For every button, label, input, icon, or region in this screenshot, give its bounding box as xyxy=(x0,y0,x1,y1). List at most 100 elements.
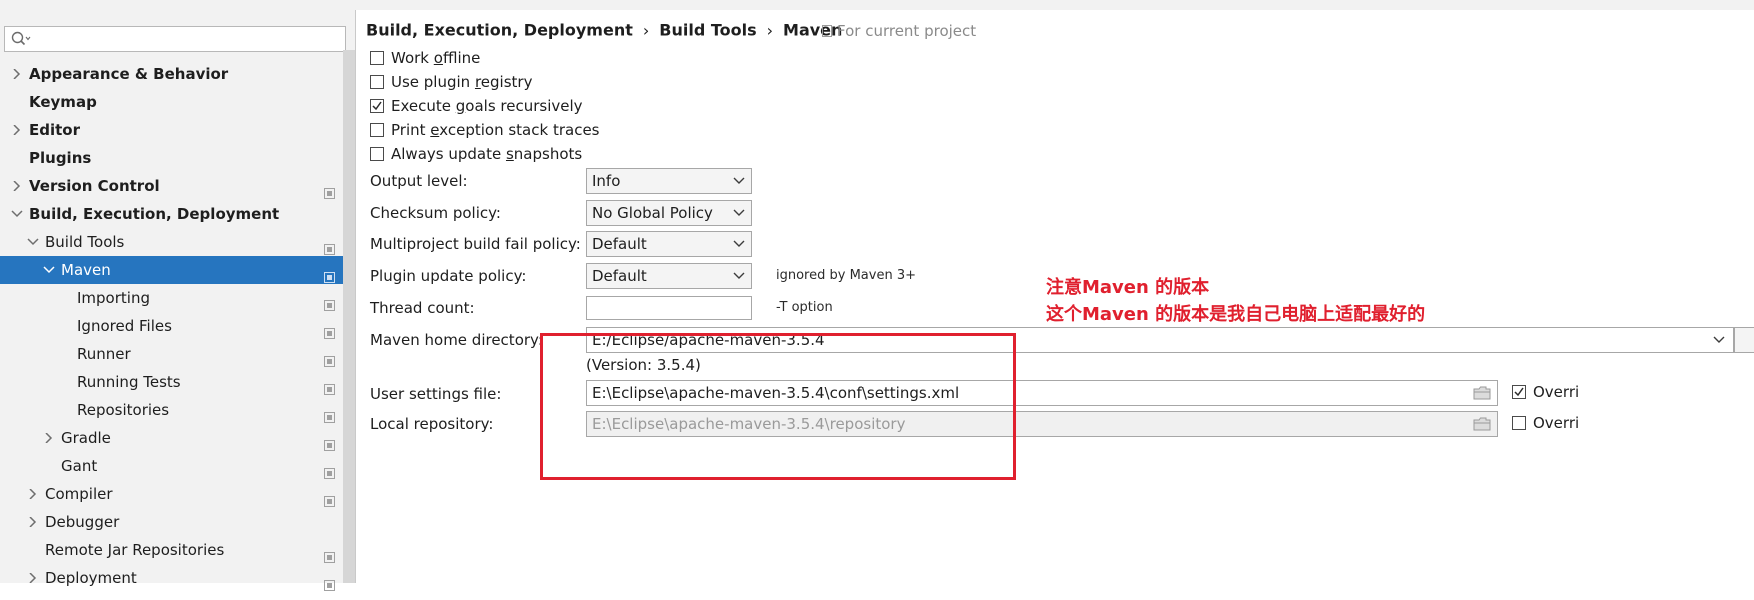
checkbox-box[interactable] xyxy=(1512,416,1526,430)
sidebar-item[interactable]: Version Control xyxy=(0,172,343,200)
checkbox-box[interactable] xyxy=(370,51,384,65)
sidebar-item-label: Version Control xyxy=(29,177,160,195)
plugin-update-hint: ignored by Maven 3+ xyxy=(776,268,916,283)
project-scope-icon xyxy=(324,348,335,367)
chevron-right-icon[interactable] xyxy=(10,116,24,144)
check-icon xyxy=(372,101,382,111)
project-scope-icon xyxy=(324,432,335,451)
sidebar-item[interactable]: Build Tools xyxy=(0,228,343,256)
plugin-update-policy-select[interactable]: Default xyxy=(586,263,752,289)
window-top-strip xyxy=(0,0,1754,10)
user-settings-label: User settings file: xyxy=(370,385,502,403)
sidebar-item-label: Ignored Files xyxy=(77,317,172,335)
chevron-right-icon[interactable] xyxy=(26,508,40,536)
sidebar-item-label: Importing xyxy=(77,289,150,307)
select-value: No Global Policy xyxy=(592,204,713,222)
checkbox-box[interactable] xyxy=(370,147,384,161)
sidebar-item-label: Remote Jar Repositories xyxy=(45,541,225,559)
folder-icon[interactable] xyxy=(1473,386,1491,400)
use-plugin-registry-checkbox[interactable]: Use plugin registry xyxy=(370,71,532,93)
chevron-down-icon xyxy=(733,177,745,184)
sidebar-item[interactable]: Build, Execution, Deployment xyxy=(0,200,343,228)
sidebar-item[interactable]: Gradle xyxy=(0,424,343,452)
output-level-select[interactable]: Info xyxy=(586,168,752,194)
checkbox-label: Work offline xyxy=(391,49,481,67)
user-settings-override-checkbox[interactable]: Overri xyxy=(1512,381,1579,403)
thread-count-hint: -T option xyxy=(776,300,833,315)
breadcrumb-item[interactable]: Build Tools xyxy=(659,21,756,40)
sidebar-item[interactable]: Running Tests xyxy=(0,368,343,396)
project-scope-icon xyxy=(324,572,335,591)
sidebar-item[interactable]: Debugger xyxy=(0,508,343,536)
highlight-box xyxy=(540,333,1016,480)
multiproject-fail-policy-select[interactable]: Default xyxy=(586,231,752,257)
sidebar-item[interactable]: Keymap xyxy=(0,88,343,116)
work-offline-checkbox[interactable]: Work offline xyxy=(370,47,480,69)
sidebar-item[interactable]: Deployment xyxy=(0,564,343,592)
browse-button[interactable] xyxy=(1734,327,1754,353)
chevron-right-icon[interactable] xyxy=(10,172,24,200)
thread-count-label: Thread count: xyxy=(370,299,475,317)
sidebar-item[interactable]: Gant xyxy=(0,452,343,480)
checkbox-label: Print exception stack traces xyxy=(391,121,600,139)
checkbox-box[interactable] xyxy=(370,123,384,137)
checkbox-box[interactable] xyxy=(1512,385,1526,399)
plugin-update-policy-label: Plugin update policy: xyxy=(370,267,527,285)
chevron-right-icon[interactable] xyxy=(42,424,56,452)
sidebar-item[interactable]: Importing xyxy=(0,284,343,312)
sidebar-item-label: Keymap xyxy=(29,93,97,111)
sidebar-item[interactable]: Repositories xyxy=(0,396,343,424)
checkbox-box[interactable] xyxy=(370,75,384,89)
select-value: Default xyxy=(592,235,647,253)
sidebar-item[interactable]: Remote Jar Repositories xyxy=(0,536,343,564)
project-scope-icon xyxy=(324,180,335,199)
sidebar-item-label: Debugger xyxy=(45,513,120,531)
annotation-line-1: 注意Maven 的版本 xyxy=(1046,277,1210,298)
chevron-right-icon[interactable] xyxy=(26,480,40,508)
chevron-down-icon[interactable] xyxy=(26,228,40,256)
chevron-down-icon[interactable] xyxy=(42,256,56,284)
sidebar-item-label: Build Tools xyxy=(45,233,125,251)
project-scope-icon xyxy=(324,292,335,311)
sidebar-item-label: Appearance & Behavior xyxy=(29,65,229,83)
project-scope-icon xyxy=(324,460,335,479)
folder-icon[interactable] xyxy=(1473,417,1491,431)
sidebar-item-label: Plugins xyxy=(29,149,92,167)
chevron-down-icon[interactable] xyxy=(10,200,24,228)
sidebar-item[interactable]: Maven xyxy=(0,256,343,284)
chevron-down-icon xyxy=(733,272,745,279)
local-repository-override-checkbox[interactable]: Overri xyxy=(1512,412,1579,434)
project-scope-icon xyxy=(324,404,335,423)
sidebar-item-label: Editor xyxy=(29,121,80,139)
sidebar-item-label: Build, Execution, Deployment xyxy=(29,205,280,223)
chevron-down-icon xyxy=(1713,336,1725,343)
search-field[interactable] xyxy=(4,26,346,52)
sidebar-item-label: Compiler xyxy=(45,485,113,503)
sidebar-item[interactable]: Runner xyxy=(0,340,343,368)
breadcrumb-item[interactable]: Build, Execution, Deployment xyxy=(366,21,633,40)
checkbox-box[interactable] xyxy=(370,99,384,113)
chevron-right-icon[interactable] xyxy=(10,60,24,88)
scope-indicator: For current project xyxy=(822,20,976,42)
sidebar-item[interactable]: Plugins xyxy=(0,144,343,172)
search-icon xyxy=(11,31,31,46)
sidebar-item[interactable]: Compiler xyxy=(0,480,343,508)
sidebar-item-label: Repositories xyxy=(77,401,170,419)
print-exception-stack-traces-checkbox[interactable]: Print exception stack traces xyxy=(370,119,599,141)
checkbox-label: Always update snapshots xyxy=(391,145,583,163)
sidebar-item[interactable]: Editor xyxy=(0,116,343,144)
check-icon xyxy=(1514,387,1524,397)
sidebar-scrollbar[interactable] xyxy=(343,50,355,583)
checksum-policy-select[interactable]: No Global Policy xyxy=(586,200,752,226)
sidebar-item[interactable]: Ignored Files xyxy=(0,312,343,340)
chevron-right-icon[interactable] xyxy=(26,564,40,592)
chevron-down-icon xyxy=(733,209,745,216)
project-scope-icon xyxy=(324,488,335,507)
thread-count-input[interactable] xyxy=(586,296,752,320)
sidebar-item-label: Running Tests xyxy=(77,373,181,391)
output-level-label: Output level: xyxy=(370,172,468,190)
execute-goals-recursively-checkbox[interactable]: Execute goals recursively xyxy=(370,95,583,117)
project-scope-icon xyxy=(324,544,335,563)
sidebar-item[interactable]: Appearance & Behavior xyxy=(0,60,343,88)
always-update-snapshots-checkbox[interactable]: Always update snapshots xyxy=(370,143,582,165)
